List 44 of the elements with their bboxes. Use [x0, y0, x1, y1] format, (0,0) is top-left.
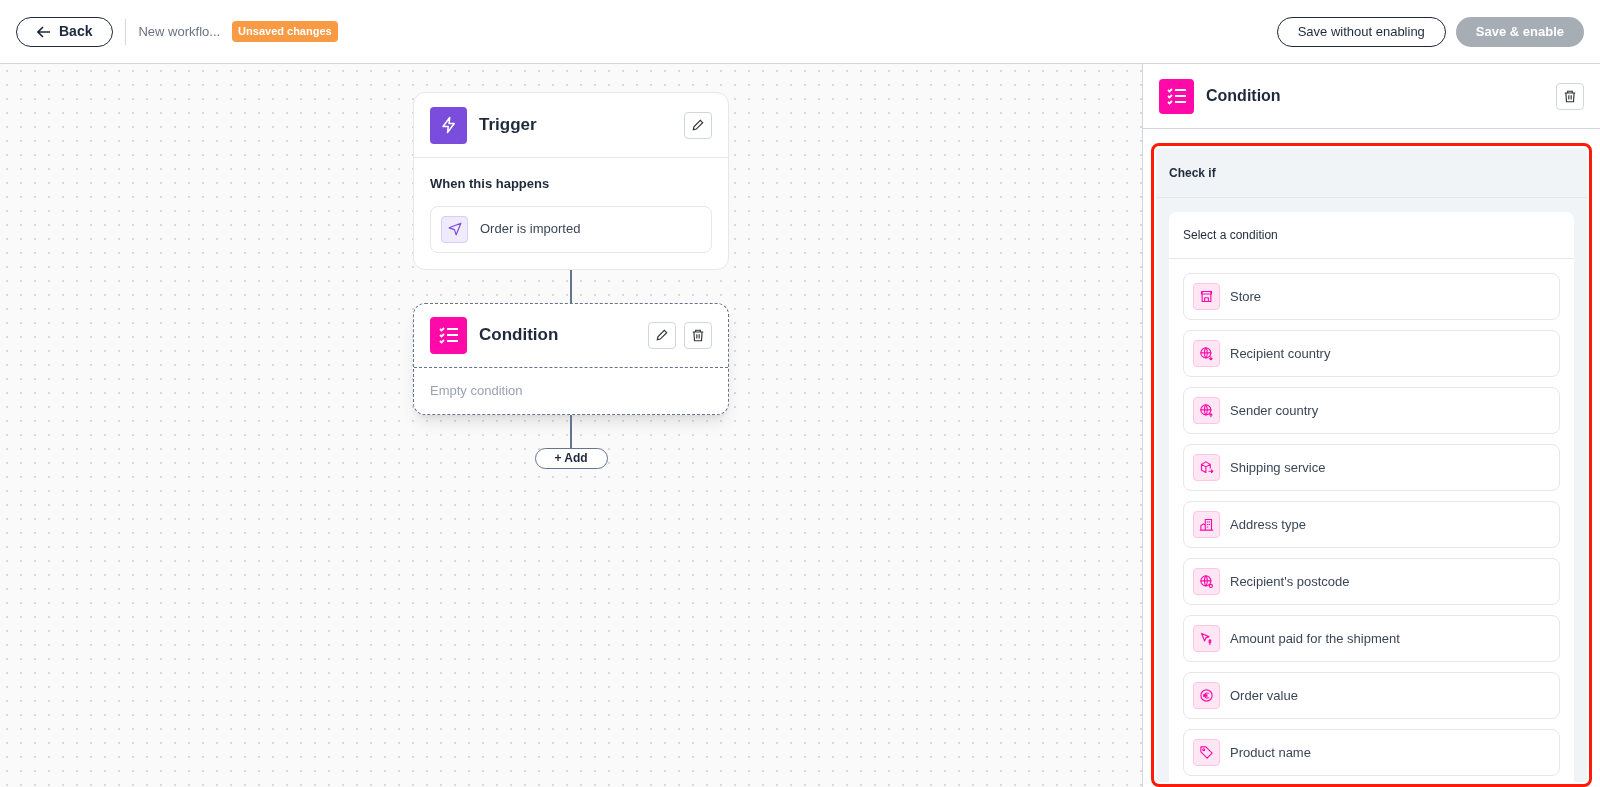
pencil-icon: [691, 118, 705, 132]
tag-icon: [1193, 739, 1220, 766]
condition-option[interactable]: Recipient country: [1183, 330, 1560, 377]
arrow-left-icon: [37, 24, 51, 39]
pencil-icon: [655, 328, 669, 342]
delete-button[interactable]: [1556, 82, 1584, 110]
empty-condition-text: Empty condition: [429, 381, 524, 400]
globe-icon: [1193, 568, 1220, 595]
workflow-title: New workflo...: [138, 22, 221, 41]
building-icon: [1193, 511, 1220, 538]
unsaved-badge: Unsaved changes: [232, 21, 338, 42]
lightning-icon: [430, 106, 467, 144]
euro-icon: [1193, 682, 1220, 709]
trash-icon: [691, 327, 705, 343]
trash-icon: [1563, 88, 1577, 104]
checklist-icon: [430, 316, 467, 354]
trigger-card[interactable]: Trigger When this happens Order is imported: [413, 92, 729, 270]
condition-title: Condition: [479, 324, 559, 347]
trigger-event-item[interactable]: Order is imported: [430, 205, 712, 253]
add-button[interactable]: + Add: [534, 447, 608, 469]
paper-plane-icon: [441, 215, 468, 243]
condition-option[interactable]: Shipping service: [1183, 444, 1560, 491]
globe-icon: [1193, 340, 1220, 367]
select-condition-label: Select a condition: [1169, 212, 1574, 259]
checklist-icon: [1159, 78, 1194, 114]
condition-option[interactable]: Order value: [1183, 672, 1560, 719]
condition-option[interactable]: Store: [1183, 273, 1560, 320]
store-icon: [1193, 283, 1220, 310]
condition-card[interactable]: Condition Empty condition: [413, 302, 729, 415]
globe-icon: [1193, 397, 1220, 424]
condition-option[interactable]: Address type: [1183, 501, 1560, 548]
section-label: When this happens: [430, 175, 551, 193]
condition-option[interactable]: Amount paid for the shipment: [1183, 615, 1560, 662]
panel-title: Condition: [1206, 86, 1281, 106]
edit-button[interactable]: [648, 321, 676, 349]
edit-button[interactable]: [684, 111, 712, 139]
trigger-title: Trigger: [479, 114, 537, 137]
condition-option[interactable]: Recipient's postcode: [1183, 558, 1560, 605]
box-icon: [1193, 454, 1220, 481]
condition-option[interactable]: Sender country: [1183, 387, 1560, 434]
delete-button[interactable]: [684, 321, 712, 349]
section-label: Check if: [1156, 148, 1587, 198]
cursor-icon: [1193, 625, 1220, 652]
condition-option[interactable]: Product name: [1183, 729, 1560, 776]
